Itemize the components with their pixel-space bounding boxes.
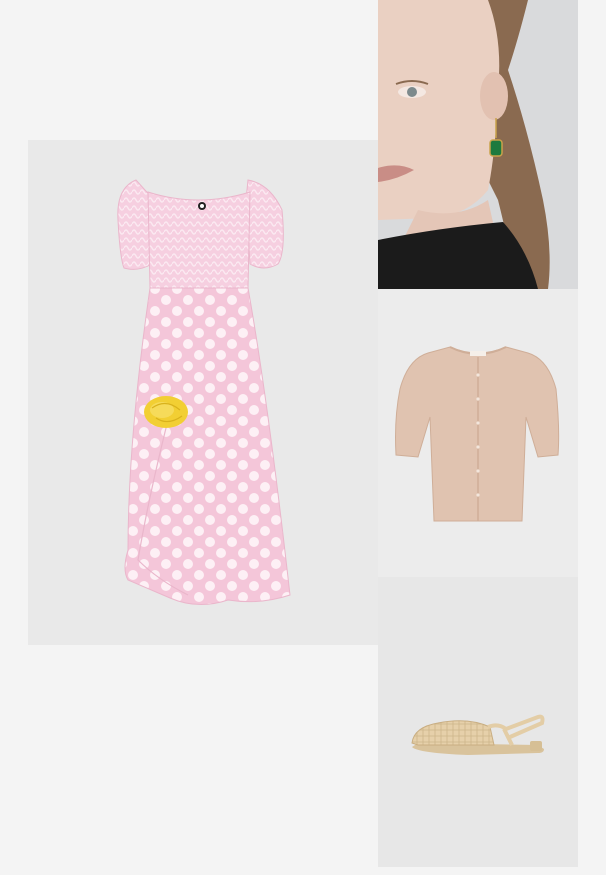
woven-slingback-flat-image bbox=[411, 714, 545, 755]
beige-cardigan-image bbox=[395, 346, 560, 522]
cardigan-product-tile[interactable] bbox=[378, 289, 578, 577]
model-earring-portrait-image bbox=[378, 0, 578, 289]
flower-accent bbox=[144, 396, 188, 428]
shoe-product-tile[interactable] bbox=[378, 577, 578, 867]
product-collage bbox=[0, 0, 606, 875]
dress-product-tile[interactable] bbox=[28, 140, 378, 645]
polka-dot-dress-image bbox=[117, 179, 291, 605]
earring-product-tile[interactable] bbox=[378, 0, 578, 289]
